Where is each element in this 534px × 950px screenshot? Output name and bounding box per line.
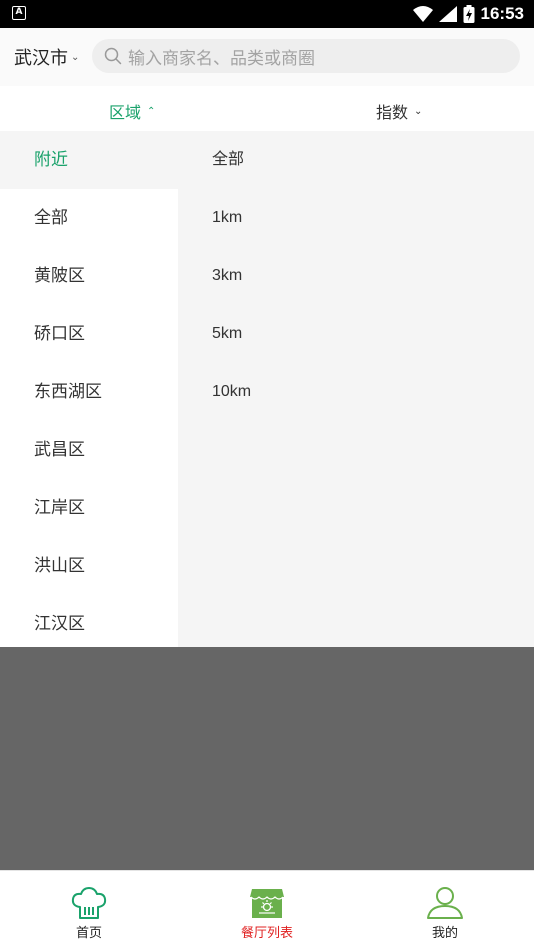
region-list: 附近 全部 黄陂区 硚口区 东西湖区 武昌区 江岸区 洪山区 江汉区	[0, 131, 178, 647]
distance-item-all[interactable]: 全部	[178, 131, 534, 189]
region-item-nearby[interactable]: 附近	[0, 131, 178, 189]
chef-hat-icon	[71, 887, 107, 919]
city-label: 武汉市	[14, 48, 68, 69]
status-time: 16:53	[480, 4, 524, 23]
distance-item-10km[interactable]: 10km	[178, 363, 534, 421]
status-bar: A 16:53	[0, 0, 534, 28]
nav-profile-label: 我的	[431, 926, 458, 941]
header: 武汉市 ⌄ 输入商家名、品类或商圈	[0, 28, 534, 86]
bottom-nav: 首页 餐厅列表 我的	[0, 870, 534, 950]
nav-home-label: 首页	[75, 926, 102, 941]
region-item-dongxihu[interactable]: 东西湖区	[0, 363, 178, 421]
battery-icon	[463, 5, 475, 23]
tab-region-label: 区域	[109, 103, 142, 122]
region-item-qiaokou[interactable]: 硚口区	[0, 305, 178, 363]
region-item-wuchang[interactable]: 武昌区	[0, 421, 178, 479]
search-input[interactable]: 输入商家名、品类或商圈	[128, 44, 315, 69]
status-indicators: 16:53	[412, 3, 524, 25]
distance-item-3km[interactable]: 3km	[178, 247, 534, 305]
region-item-jiangan[interactable]: 江岸区	[0, 479, 178, 537]
dropdown-backdrop[interactable]	[0, 647, 534, 870]
chevron-down-icon: ⌄	[414, 105, 423, 117]
distance-list: 全部 1km 3km 5km 10km	[178, 131, 534, 647]
user-profile-icon	[427, 887, 463, 919]
restaurant-store-icon	[250, 889, 284, 918]
tab-index-label: 指数	[376, 103, 409, 122]
region-item-all[interactable]: 全部	[0, 189, 178, 247]
nav-profile[interactable]: 我的	[356, 871, 534, 950]
filter-bar: 区域 ⌃ 指数 ⌄	[0, 86, 534, 131]
region-dropdown-panel: 附近 全部 黄陂区 硚口区 东西湖区 武昌区 江岸区 洪山区 江汉区 全部 1k…	[0, 131, 534, 647]
nav-restaurant-list-label: 餐厅列表	[240, 926, 293, 941]
tab-region[interactable]: 区域 ⌃	[109, 99, 155, 123]
search-icon	[104, 47, 122, 65]
city-selector[interactable]: 武汉市 ⌄	[14, 44, 79, 70]
region-item-hongshan[interactable]: 洪山区	[0, 537, 178, 595]
nav-home[interactable]: 首页	[0, 871, 178, 950]
search-bar[interactable]: 输入商家名、品类或商圈	[92, 39, 520, 73]
tab-index[interactable]: 指数 ⌄	[376, 99, 422, 123]
wifi-icon	[412, 6, 433, 22]
region-item-huangpi[interactable]: 黄陂区	[0, 247, 178, 305]
notification-icon: A	[12, 6, 26, 20]
region-item-jianghan[interactable]: 江汉区	[0, 595, 178, 653]
chevron-down-icon: ⌄	[71, 51, 80, 63]
distance-item-1km[interactable]: 1km	[178, 189, 534, 247]
distance-item-5km[interactable]: 5km	[178, 305, 534, 363]
signal-icon	[438, 6, 457, 22]
chevron-up-icon: ⌃	[147, 105, 156, 117]
nav-restaurant-list[interactable]: 餐厅列表	[178, 871, 356, 950]
